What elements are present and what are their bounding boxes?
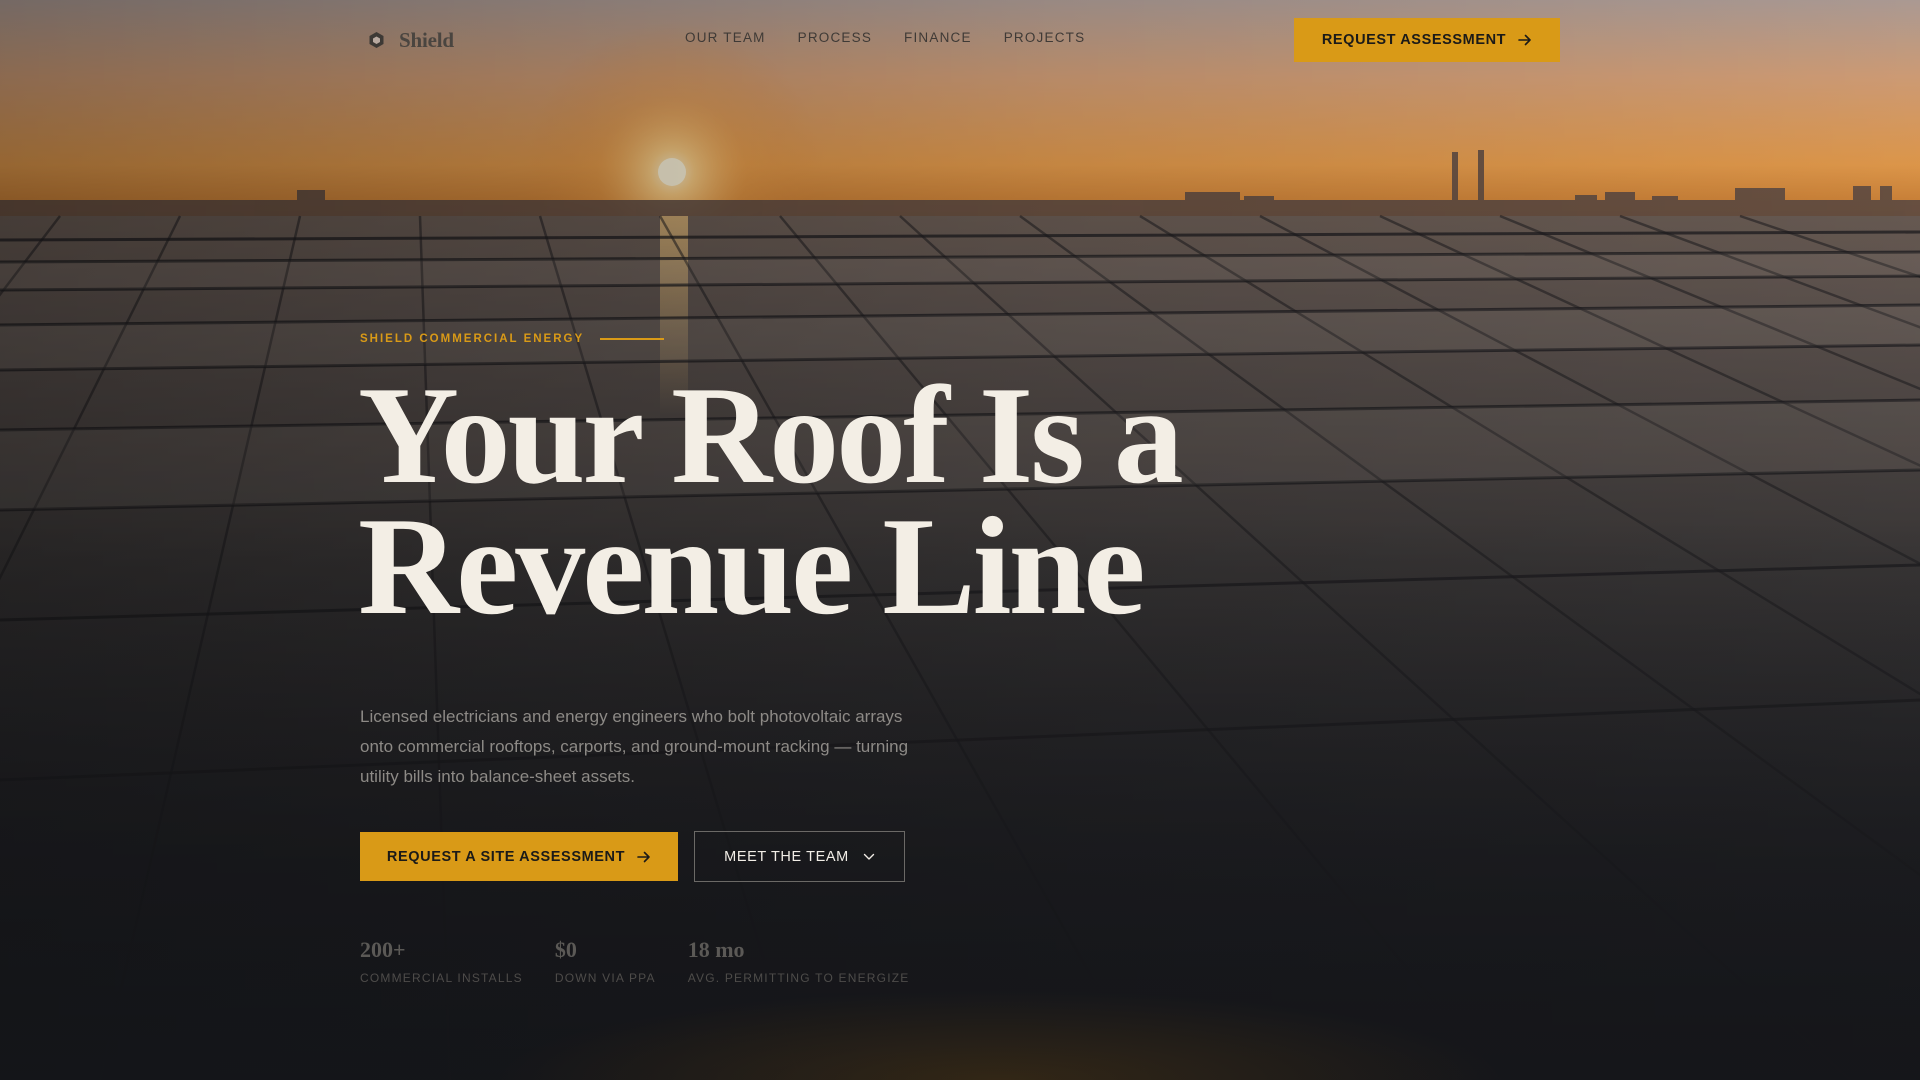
headline-line-1: Your Roof Is a (358, 358, 1184, 513)
stat-label: DOWN VIA PPA (554, 971, 656, 985)
stat-label: COMMERCIAL INSTALLS (360, 971, 523, 985)
nav-link-projects[interactable]: PROJECTS (1004, 30, 1086, 45)
request-assessment-label: REQUEST ASSESSMENT (1321, 32, 1507, 48)
stat-label: AVG. PERMITTING TO ENERGIZE (687, 971, 910, 985)
chevron-down-icon (863, 853, 875, 860)
hero-stats: 200+ COMMERCIAL INSTALLS $0 DOWN VIA PPA… (360, 937, 909, 985)
request-site-assessment-label: REQUEST A SITE ASSESSMENT (386, 848, 626, 865)
top-navigation: Shield OUR TEAM PROCESS FINANCE PROJECTS… (0, 0, 1920, 80)
eyebrow-divider (600, 338, 665, 340)
stat-value: 200+ (360, 937, 406, 962)
meet-the-team-label: MEET THE TEAM (724, 848, 849, 865)
request-site-assessment-button[interactable]: REQUEST A SITE ASSESSMENT (360, 832, 678, 881)
headline-line-2: Revenue Line (358, 489, 1146, 644)
hero-headline: Your Roof Is a Revenue Line (358, 358, 1358, 644)
stat-value: $0 (554, 937, 577, 962)
hexagon-shield-icon (369, 32, 384, 48)
arrow-right-icon (637, 851, 650, 862)
brand-name: Shield (399, 27, 454, 52)
hero-section: Shield OUR TEAM PROCESS FINANCE PROJECTS… (0, 0, 1920, 1080)
primary-nav: OUR TEAM PROCESS FINANCE PROJECTS (685, 30, 1085, 45)
hero-eyebrow: SHIELD COMMERCIAL ENERGY (360, 333, 665, 345)
stat-commercial-installs: 200+ COMMERCIAL INSTALLS (360, 937, 523, 985)
request-assessment-button[interactable]: REQUEST ASSESSMENT (1294, 18, 1560, 62)
nav-link-finance[interactable]: FINANCE (904, 30, 972, 45)
arrow-right-icon (1518, 34, 1531, 46)
stat-down-via-ppa: $0 DOWN VIA PPA (555, 937, 656, 985)
stat-value: 18 mo (687, 937, 745, 962)
stat-permitting-time: 18 mo AVG. PERMITTING TO ENERGIZE (688, 937, 910, 985)
meet-the-team-button[interactable]: MEET THE TEAM (694, 831, 905, 882)
brand-logo-link[interactable]: Shield (368, 24, 454, 56)
nav-link-process[interactable]: PROCESS (798, 30, 872, 45)
nav-link-our-team[interactable]: OUR TEAM (685, 30, 766, 45)
eyebrow-text: SHIELD COMMERCIAL ENERGY (360, 333, 585, 345)
hero-description: Licensed electricians and energy enginee… (360, 707, 909, 786)
